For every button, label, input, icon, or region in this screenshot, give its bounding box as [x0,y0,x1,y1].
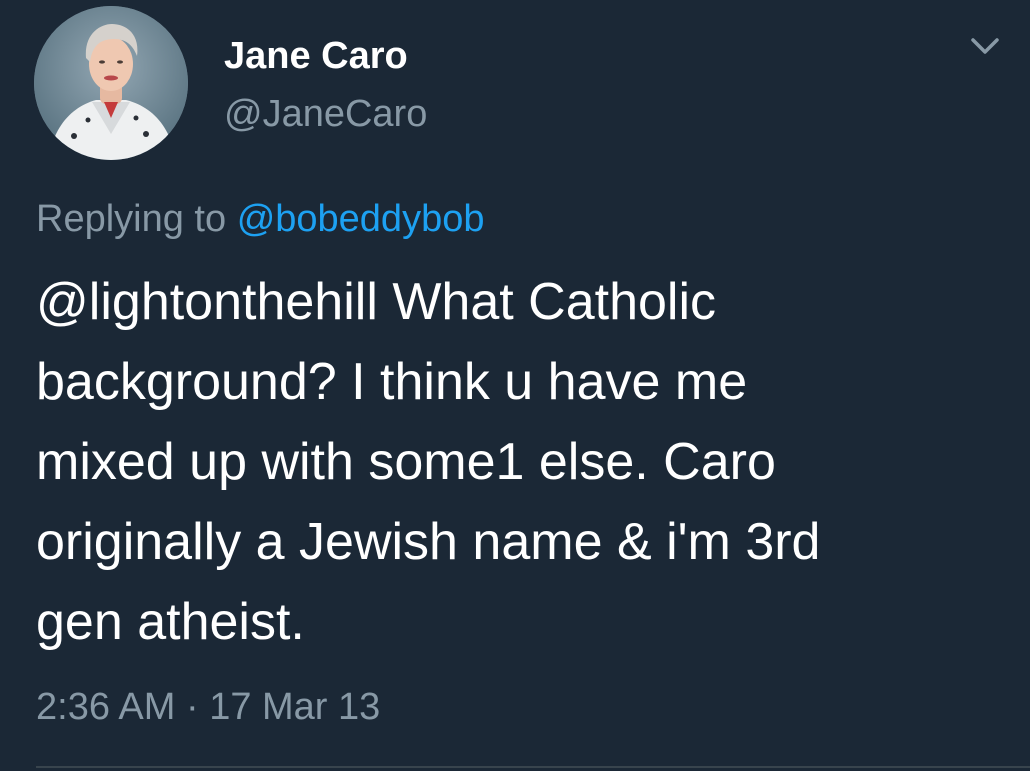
tweet-timestamp[interactable]: 2:36 AM · 17 Mar 13 [36,684,380,730]
tweet-text-line: originally a Jewish name & i'm 3rd [36,513,821,571]
tweet-text-line: @lightonthehill What Catholic [36,273,717,331]
author-handle[interactable]: @JaneCaro [224,92,427,136]
tweet-text-line: gen atheist. [36,593,305,651]
reply-to-handle-link[interactable]: @bobeddybob [237,198,485,240]
avatar[interactable] [34,6,188,160]
tweet-detail: Jane Caro @JaneCaro Replying to @bobeddy… [0,0,1030,771]
replying-to-label: Replying to [36,198,227,240]
tweet-text: @lightonthehill What Catholic background… [36,262,1011,662]
tweet-text-line: mixed up with some1 else. Caro [36,433,776,491]
author-display-name[interactable]: Jane Caro [224,34,408,78]
tweet-text-line: background? I think u have me [36,353,748,411]
tweet-menu-button[interactable] [964,30,1006,62]
replying-to: Replying to @bobeddybob [36,196,484,242]
profile-photo-icon [34,6,188,160]
chevron-down-icon [971,38,999,54]
divider [36,766,1030,768]
